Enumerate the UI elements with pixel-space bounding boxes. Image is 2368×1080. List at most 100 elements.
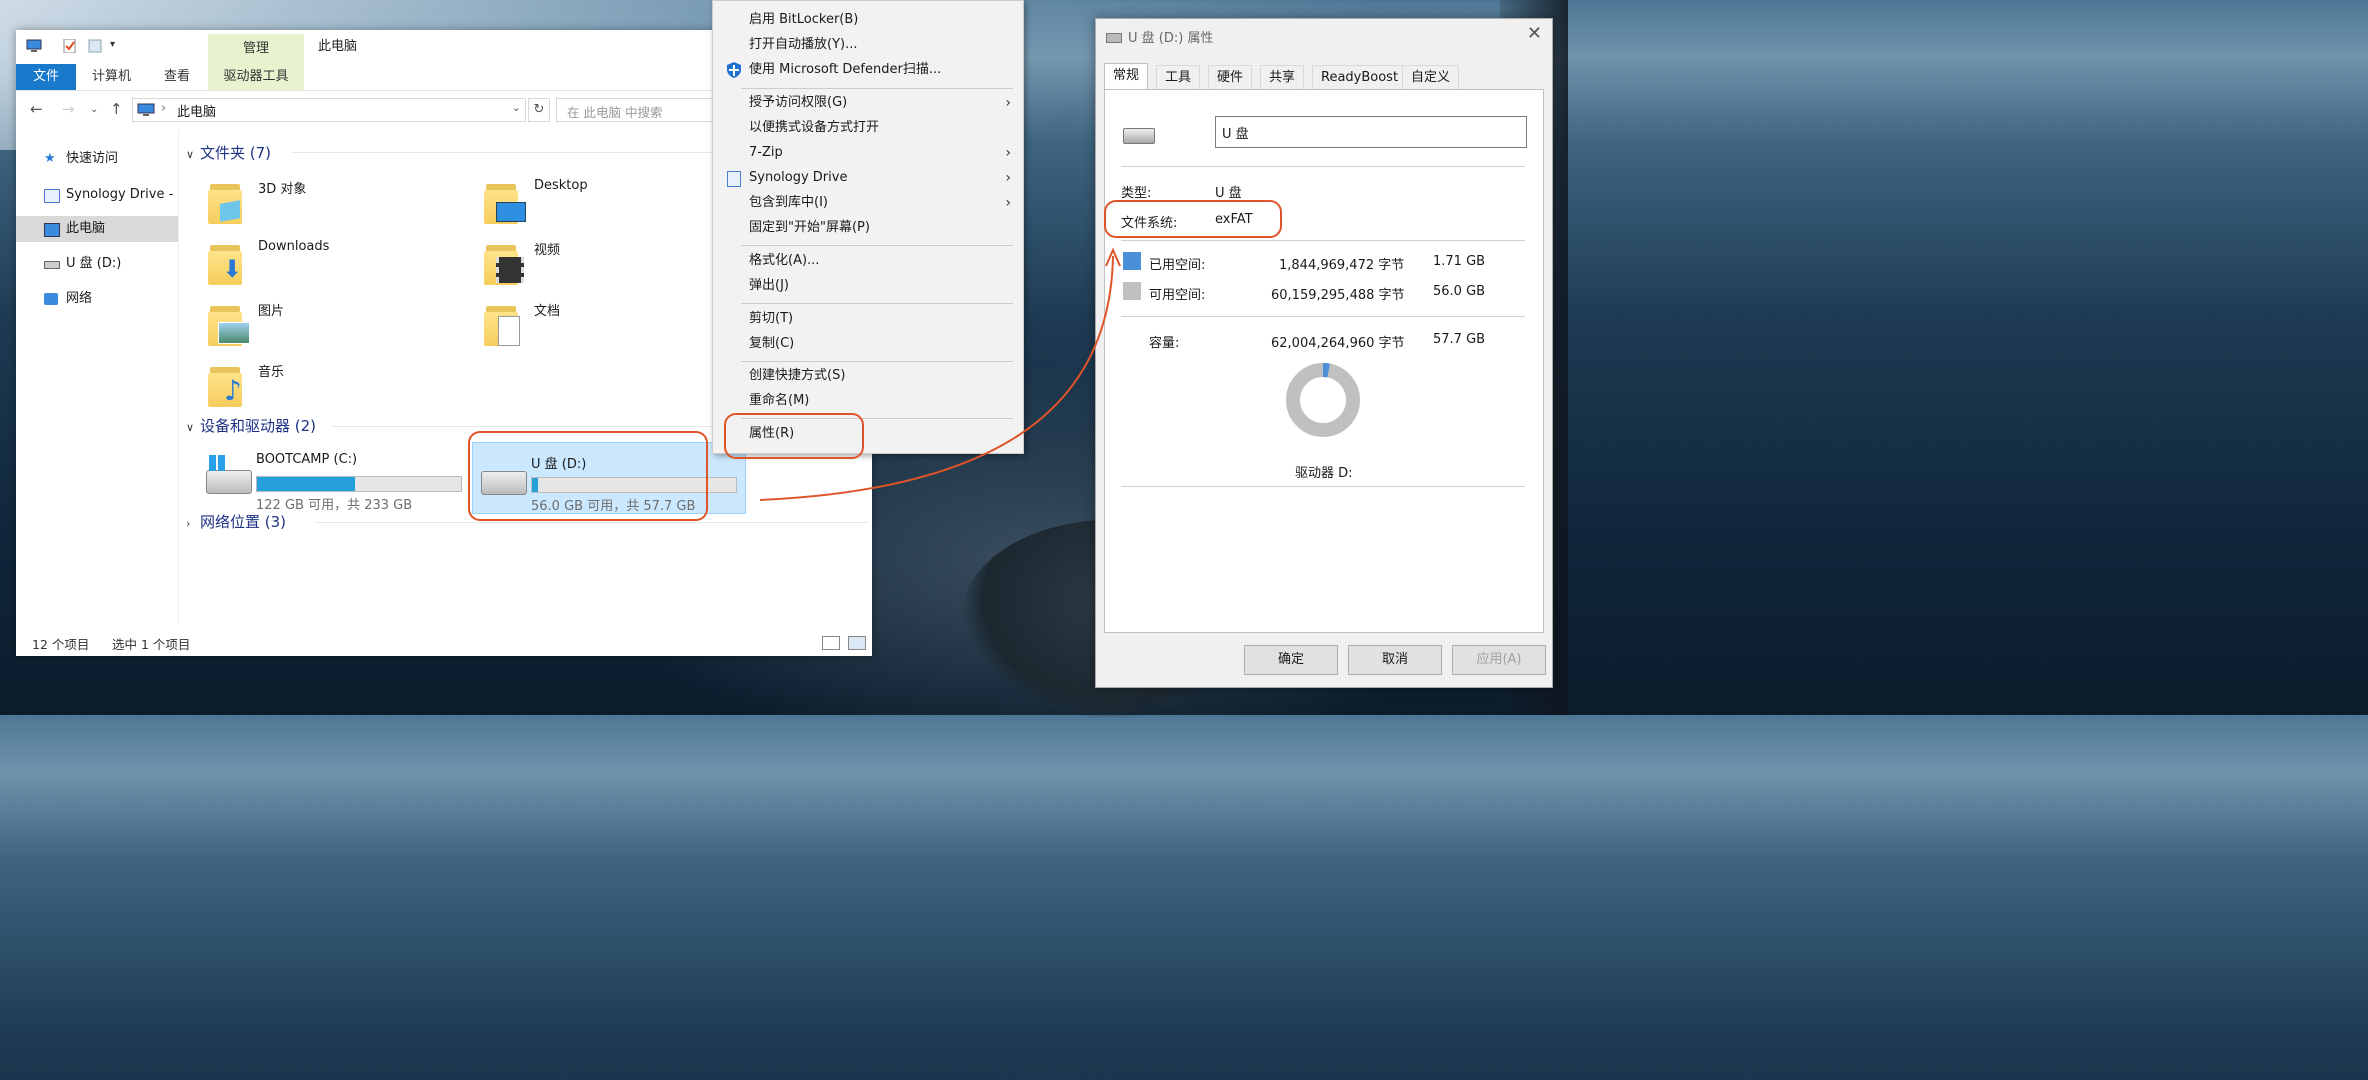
menu-separator — [741, 303, 1013, 304]
address-text: 此电脑 — [177, 105, 217, 120]
menu-item-include-in-library[interactable]: 包含到库中(I) › — [713, 191, 1023, 215]
address-dropdown-icon[interactable]: ⌄ — [512, 101, 521, 114]
folder-videos[interactable]: 视频 — [484, 235, 744, 293]
folder-icon — [484, 178, 526, 224]
address-bar[interactable]: › 此电脑 ⌄ — [132, 98, 526, 122]
tab-readyboost[interactable]: ReadyBoost — [1312, 65, 1408, 90]
drive-name-input[interactable]: U 盘 — [1215, 116, 1527, 148]
folder-pictures[interactable]: 图片 — [208, 296, 468, 354]
menu-item-cut[interactable]: 剪切(T) — [713, 307, 1023, 331]
search-input[interactable]: 在 此电脑 中搜索 — [556, 98, 718, 122]
menu-separator — [741, 361, 1013, 362]
close-icon[interactable]: ✕ — [1527, 23, 1542, 44]
tab-sharing[interactable]: 共享 — [1260, 65, 1305, 90]
customize-qat-icon[interactable]: ▾ — [110, 39, 126, 53]
ok-button[interactable]: 确定 — [1244, 645, 1338, 675]
free-space-bytes: 60,159,295,488 字节 — [1271, 288, 1405, 303]
back-icon[interactable]: ← — [30, 100, 43, 118]
highlight-usb-drive — [468, 431, 708, 521]
general-panel: U 盘 类型: U 盘 文件系统: exFAT 已用空间: 1,844,969,… — [1104, 89, 1544, 633]
tab-view[interactable]: 查看 — [164, 64, 190, 90]
folder-name: 音乐 — [258, 365, 285, 380]
star-icon: ★ — [44, 151, 56, 166]
menu-item-open-portable[interactable]: 以便携式设备方式打开 — [713, 116, 1023, 140]
divider — [1121, 316, 1525, 317]
nav-item-quick-access[interactable]: ★ 快速访问 — [16, 146, 178, 172]
divider — [1121, 166, 1525, 167]
properties-icon[interactable] — [62, 39, 78, 53]
menu-label: 7-Zip — [749, 145, 783, 160]
tab-drive-tools[interactable]: 驱动器工具 — [208, 64, 304, 90]
context-menu: 启用 BitLocker(B) 打开自动播放(Y)... 使用 Microsof… — [712, 0, 1024, 454]
menu-label: 剪切(T) — [749, 311, 794, 326]
network-icon — [44, 293, 58, 305]
nav-item-synology-drive[interactable]: Synology Drive - I — [16, 182, 178, 208]
menu-item-create-shortcut[interactable]: 创建快捷方式(S) — [713, 364, 1023, 388]
chevron-right-icon: › — [186, 517, 191, 530]
folder-music[interactable]: ♪ 音乐 — [208, 357, 468, 415]
tab-file[interactable]: 文件 — [16, 64, 76, 90]
menu-item-autoplay[interactable]: 打开自动播放(Y)... — [713, 33, 1023, 57]
folder-desktop[interactable]: Desktop — [484, 174, 744, 232]
chevron-right-icon: › — [1005, 95, 1011, 111]
folder-name: 3D 对象 — [258, 182, 307, 197]
tab-hardware[interactable]: 硬件 — [1208, 65, 1253, 90]
menu-label: 包含到库中(I) — [749, 195, 828, 210]
synology-drive-icon — [727, 171, 741, 187]
chevron-right-icon: › — [1005, 195, 1011, 211]
free-space-gb: 56.0 GB — [1433, 284, 1486, 299]
menu-item-rename[interactable]: 重命名(M) — [713, 389, 1023, 413]
group-title: 文件夹 (7) — [200, 144, 272, 162]
navigation-pane: ★ 快速访问 Synology Drive - I 此电脑 U 盘 (D:) 网… — [16, 130, 179, 624]
nav-label: U 盘 (D:) — [66, 256, 122, 271]
tab-computer[interactable]: 计算机 — [92, 64, 131, 90]
menu-item-bitlocker[interactable]: 启用 BitLocker(B) — [713, 8, 1023, 32]
status-item-count: 12 个项目 — [32, 637, 90, 652]
drive-c[interactable]: BOOTCAMP (C:) 122 GB 可用，共 233 GB — [198, 442, 468, 513]
menu-item-eject[interactable]: 弹出(J) — [713, 274, 1023, 298]
divider — [1121, 486, 1525, 487]
free-space-label: 可用空间: — [1149, 288, 1206, 303]
menu-item-synology-drive[interactable]: Synology Drive › — [713, 166, 1023, 190]
menu-item-defender-scan[interactable]: 使用 Microsoft Defender扫描... — [713, 58, 1023, 82]
menu-item-pin-to-start[interactable]: 固定到"开始"屏幕(P) — [713, 216, 1023, 240]
apply-button[interactable]: 应用(A) — [1452, 645, 1546, 675]
nav-item-network[interactable]: 网络 — [16, 286, 178, 312]
nav-item-usb-drive[interactable]: U 盘 (D:) — [16, 251, 178, 277]
cancel-button[interactable]: 取消 — [1348, 645, 1442, 675]
tab-general[interactable]: 常规 — [1104, 63, 1149, 91]
menu-item-give-access[interactable]: 授予访问权限(G) › — [713, 91, 1023, 115]
used-space-label: 已用空间: — [1149, 258, 1206, 273]
folder-3d-objects[interactable]: 3D 对象 — [208, 174, 468, 232]
network-group-header[interactable]: › 网络位置 (3) — [186, 511, 286, 532]
divider — [1121, 240, 1525, 241]
folder-documents[interactable]: 文档 — [484, 296, 744, 354]
nav-label: Synology Drive - I — [66, 187, 178, 202]
new-folder-icon[interactable] — [88, 39, 104, 53]
nav-item-this-pc[interactable]: 此电脑 — [16, 216, 178, 242]
forward-icon[interactable]: → — [62, 100, 75, 118]
context-tab-manage[interactable]: 管理 — [208, 34, 304, 64]
folder-downloads[interactable]: ⬇ Downloads — [208, 235, 468, 293]
menu-label: 格式化(A)... — [749, 253, 820, 268]
details-view-icon[interactable] — [822, 636, 840, 650]
tab-tools[interactable]: 工具 — [1156, 65, 1201, 90]
group-divider — [314, 522, 868, 523]
capacity-bytes: 62,004,264,960 字节 — [1271, 336, 1405, 351]
menu-item-7zip[interactable]: 7-Zip › — [713, 141, 1023, 165]
large-icons-view-icon[interactable] — [848, 636, 866, 650]
up-icon[interactable]: ↑ — [110, 100, 123, 118]
drive-name: BOOTCAMP (C:) — [256, 452, 358, 467]
folders-group-header[interactable]: ∨ 文件夹 (7) — [186, 142, 271, 163]
tab-customize[interactable]: 自定义 — [1402, 65, 1460, 90]
devices-group-header[interactable]: ∨ 设备和驱动器 (2) — [186, 415, 316, 436]
recent-locations-icon[interactable]: ⌄ — [90, 104, 98, 115]
refresh-button[interactable]: ↻ — [528, 98, 550, 122]
menu-label: 复制(C) — [749, 336, 795, 351]
drive-usage-fill — [257, 477, 355, 491]
menu-item-copy[interactable]: 复制(C) — [713, 332, 1023, 356]
menu-item-format[interactable]: 格式化(A)... — [713, 249, 1023, 273]
free-space-swatch — [1123, 282, 1141, 300]
drive-name-value: U 盘 — [1222, 127, 1249, 142]
menu-label: 创建快捷方式(S) — [749, 368, 846, 383]
